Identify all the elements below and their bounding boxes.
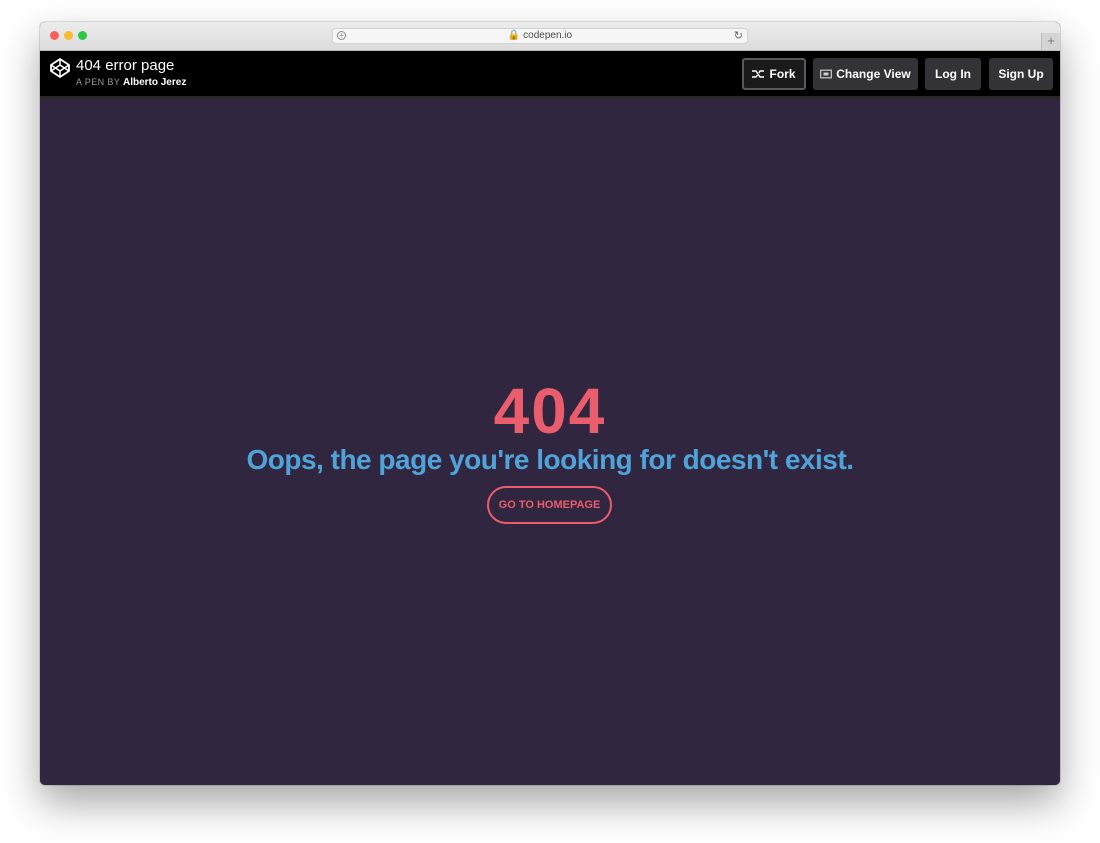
codepen-header: 404 error page A PEN BY Alberto Jerez Fo… [40,51,1060,99]
go-to-homepage-button[interactable]: GO TO HOMEPAGE [487,486,612,524]
pen-author-line: A PEN BY Alberto Jerez [76,77,186,88]
pen-by-label: A PEN BY [76,77,121,87]
browser-titlebar: + 🔒 codepen.io ↻ + [40,22,1060,51]
pen-preview: 404 Oops, the page you're looking for do… [40,99,1060,785]
change-view-button[interactable]: Change View [813,58,918,90]
change-view-label: Change View [836,67,911,81]
change-view-icon [820,69,833,79]
fork-button[interactable]: Fork [742,58,806,90]
maximize-window-button[interactable] [78,31,87,40]
new-tab-button[interactable]: + [1041,33,1060,50]
codepen-logo-icon[interactable] [50,58,70,78]
address-text: 🔒 codepen.io [507,30,573,41]
close-window-button[interactable] [50,31,59,40]
pen-title: 404 error page [76,57,175,74]
minimize-window-button[interactable] [64,31,73,40]
error-message: Oops, the page you're looking for doesn'… [246,444,854,475]
address-bar[interactable]: + 🔒 codepen.io ↻ [332,28,748,44]
fork-label: Fork [769,67,796,81]
error-code: 404 [493,375,607,447]
reload-icon[interactable]: ↻ [734,29,743,42]
pen-author-link[interactable]: Alberto Jerez [123,77,186,88]
browser-window: + 🔒 codepen.io ↻ + 404 error page A PEN … [40,22,1060,785]
login-button[interactable]: Log In [925,58,981,90]
signup-button[interactable]: Sign Up [989,58,1053,90]
url-text: codepen.io [523,30,573,41]
fork-icon [752,70,765,78]
